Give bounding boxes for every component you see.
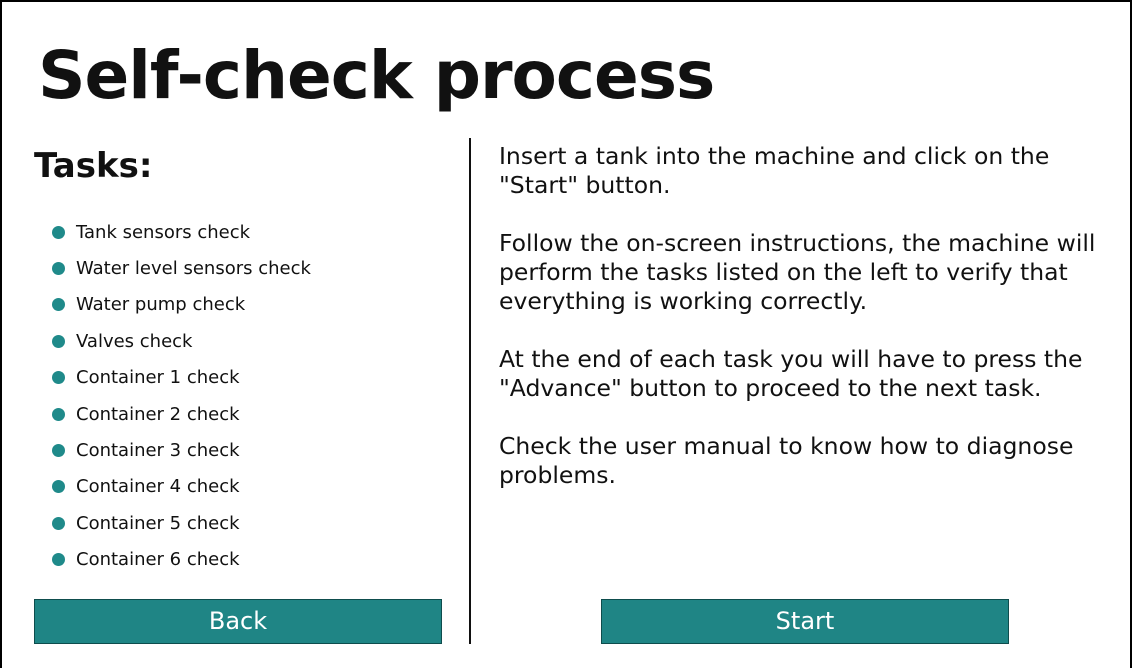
instruction-paragraph-user-manual: Check the user manual to know how to dia…	[499, 432, 1074, 489]
task-item-container-6: Container 6 check	[52, 542, 311, 578]
bullet-icon	[52, 371, 65, 385]
bullet-icon	[52, 480, 65, 494]
bullet-icon	[52, 334, 65, 348]
task-item-container-4: Container 4 check	[52, 469, 311, 505]
task-item-container-3: Container 3 check	[52, 432, 311, 468]
task-item-water-pump: Water pump check	[52, 287, 311, 323]
instruction-paragraph-advance: At the end of each task you will have to…	[499, 345, 1083, 402]
page-title: Self-check process	[38, 37, 715, 114]
instruction-paragraph-follow-instructions: Follow the on-screen instructions, the m…	[499, 229, 1096, 315]
task-label: Valves check	[76, 330, 193, 352]
tasks-heading: Tasks:	[34, 146, 153, 186]
task-label: Container 4 check	[76, 476, 240, 498]
bullet-icon	[52, 553, 65, 567]
back-button[interactable]: Back	[34, 599, 442, 644]
task-label: Water pump check	[76, 294, 246, 316]
instruction-paragraph-insert-tank: Insert a tank into the machine and click…	[499, 142, 1050, 199]
task-item-container-1: Container 1 check	[52, 360, 311, 396]
task-item-water-level-sensors: Water level sensors check	[52, 250, 311, 286]
task-label: Container 2 check	[76, 403, 240, 425]
task-item-container-2: Container 2 check	[52, 396, 311, 432]
task-item-tank-sensors: Tank sensors check	[52, 214, 311, 250]
task-label: Water level sensors check	[76, 258, 311, 280]
task-label: Container 6 check	[76, 549, 240, 571]
task-item-valves: Valves check	[52, 323, 311, 359]
bullet-icon	[52, 407, 65, 421]
bullet-icon	[52, 298, 65, 312]
column-divider	[469, 138, 471, 644]
task-label: Tank sensors check	[76, 221, 251, 243]
task-label: Container 1 check	[76, 367, 240, 389]
tasks-list: Tank sensors check Water level sensors c…	[52, 214, 311, 578]
task-label: Container 3 check	[76, 440, 240, 462]
bullet-icon	[52, 516, 65, 530]
start-button[interactable]: Start	[601, 599, 1009, 644]
task-item-container-5: Container 5 check	[52, 505, 311, 541]
bullet-icon	[52, 225, 65, 239]
task-label: Container 5 check	[76, 512, 240, 534]
bullet-icon	[52, 262, 65, 276]
instructions-panel: Insert a tank into the machine and click…	[499, 142, 1099, 519]
bullet-icon	[52, 444, 65, 458]
